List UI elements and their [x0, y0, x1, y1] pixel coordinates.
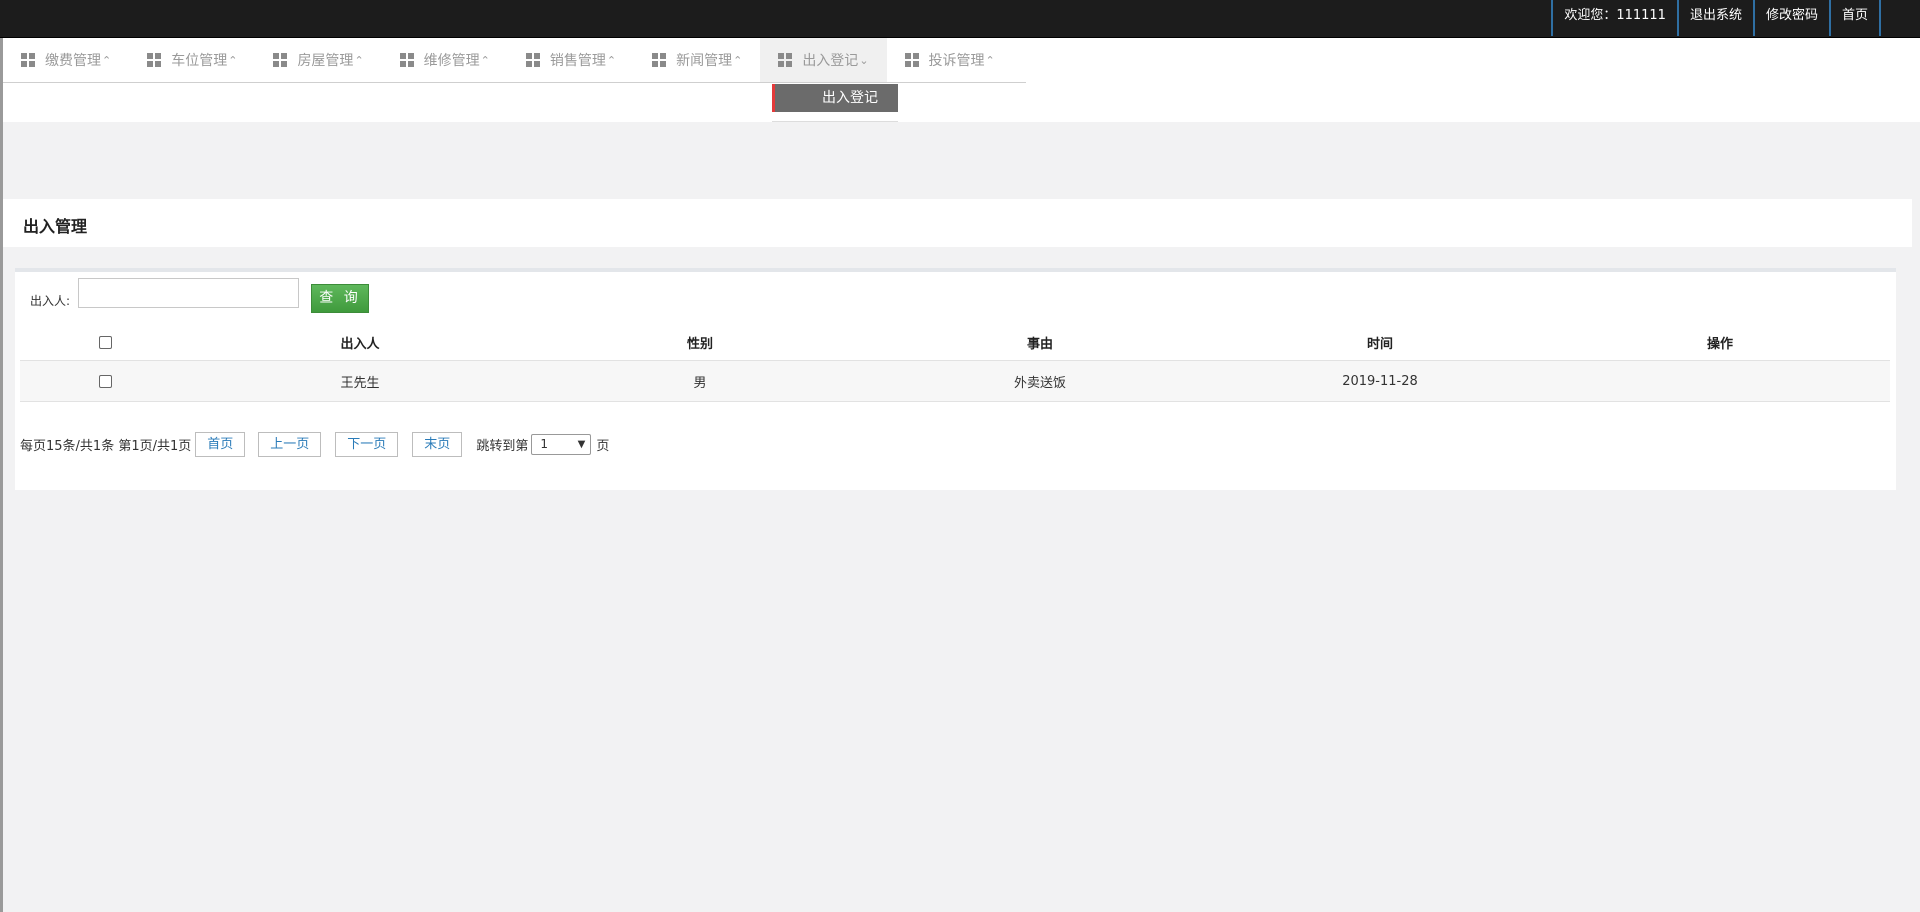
nav-item-label: 缴费管理: [45, 53, 101, 69]
nav-item-news[interactable]: 新闻管理 ⌃: [634, 38, 760, 82]
nav-item-sales[interactable]: 销售管理 ⌃: [508, 38, 634, 82]
next-page-button[interactable]: 下一页: [335, 432, 399, 457]
last-page-button[interactable]: 末页: [412, 432, 463, 457]
page-select[interactable]: 1 ▼: [531, 434, 592, 455]
grid-icon: [778, 53, 793, 67]
chevron-up-icon: ⌃: [228, 53, 238, 67]
welcome-text: 欢迎您：111111: [1551, 0, 1678, 36]
nav-item-fees[interactable]: 缴费管理 ⌃: [3, 38, 129, 82]
logout-link[interactable]: 退出系统: [1676, 0, 1754, 36]
nav-item-complaints[interactable]: 投诉管理 ⌃: [887, 38, 1013, 82]
cell-time: 2019-11-28: [1342, 373, 1418, 389]
chevron-up-icon: ⌃: [354, 53, 364, 67]
chevron-up-icon: ⌃: [102, 53, 112, 67]
chevron-up-icon: ⌃: [985, 53, 995, 67]
left-border: [0, 38, 3, 912]
chevron-up-icon: ⌃: [480, 53, 490, 67]
content-card: 出入人: 查 询 出入人 性别 事由 时间 操作 王先生 男 外卖送饭 2019…: [15, 268, 1896, 490]
select-all-checkbox[interactable]: [98, 335, 112, 349]
row-select[interactable]: [20, 361, 190, 401]
grid-icon: [525, 53, 540, 67]
nav-area: 缴费管理 ⌃ 车位管理 ⌃ 房屋管理 ⌃ 维修管理 ⌃ 销售管理 ⌃ 新闻管理 …: [3, 38, 1920, 122]
cell-action: [1550, 361, 1890, 401]
change-password-link[interactable]: 修改密码: [1752, 0, 1830, 36]
header-reason: 事由: [1026, 336, 1053, 352]
grid-icon: [652, 53, 667, 67]
chevron-down-icon: ▼: [577, 439, 586, 450]
grid-icon: [399, 53, 414, 67]
nav-item-label: 出入登记: [802, 53, 859, 69]
nav-item-label: 车位管理: [171, 53, 228, 69]
header-time: 时间: [1366, 336, 1393, 352]
nav-item-parking[interactable]: 车位管理 ⌃: [129, 38, 255, 82]
nav-item-housing[interactable]: 房屋管理 ⌃: [255, 38, 381, 82]
chevron-up-icon: ⌃: [606, 53, 617, 67]
home-link[interactable]: 首页: [1828, 0, 1881, 36]
table-row: 王先生 男 外卖送饭 2019-11-28: [20, 361, 1890, 402]
header-gender: 性别: [686, 336, 713, 352]
grid-icon: [273, 53, 288, 67]
main-nav: 缴费管理 ⌃ 车位管理 ⌃ 房屋管理 ⌃ 维修管理 ⌃ 销售管理 ⌃ 新闻管理 …: [3, 38, 1026, 83]
table-header: 出入人 性别 事由 时间 操作: [20, 324, 1890, 361]
person-search-input[interactable]: [78, 278, 299, 308]
page-title: 出入管理: [23, 217, 88, 236]
header-select-all[interactable]: [20, 324, 190, 360]
records-table: 出入人 性别 事由 时间 操作 王先生 男 外卖送饭 2019-11-28: [20, 324, 1890, 402]
cell-reason: 外卖送饭: [1013, 375, 1066, 391]
search-label: 出入人:: [30, 294, 71, 308]
top-bar: 欢迎您：111111 退出系统 修改密码 首页: [0, 0, 1920, 38]
page-select-value: 1: [540, 437, 548, 451]
first-page-button[interactable]: 首页: [195, 432, 246, 457]
header-action: 操作: [1706, 336, 1733, 352]
submenu-item-access-log[interactable]: 出入登记: [772, 84, 898, 112]
nav-item-label: 新闻管理: [676, 53, 733, 69]
grid-icon: [21, 53, 35, 67]
pager-summary: 每页15条/共1条 第1页/共1页: [20, 439, 192, 454]
nav-item-label: 房屋管理: [297, 53, 354, 69]
header-person: 出入人: [340, 336, 380, 352]
cell-person: 王先生: [340, 375, 380, 391]
search-button[interactable]: 查 询: [311, 284, 369, 313]
page-suffix: 页: [596, 439, 610, 454]
cell-gender: 男: [693, 375, 707, 391]
top-links: 欢迎您：111111 退出系统 修改密码 首页: [1551, 0, 1881, 36]
access-log-submenu: 出入登记: [772, 83, 898, 122]
grid-icon: [904, 53, 919, 67]
nav-item-label: 销售管理: [549, 53, 606, 69]
prev-page-button[interactable]: 上一页: [258, 432, 322, 457]
jump-label: 跳转到第: [476, 439, 529, 454]
nav-item-repair[interactable]: 维修管理 ⌃: [382, 38, 508, 82]
row-checkbox[interactable]: [98, 374, 112, 388]
pagination: 每页15条/共1条 第1页/共1页 首页 上一页 下一页 末页 跳转到第 1 ▼ …: [20, 432, 609, 457]
chevron-up-icon: ⌃: [733, 53, 743, 67]
grid-icon: [147, 53, 162, 67]
nav-item-label: 投诉管理: [928, 53, 985, 69]
title-panel: 出入管理: [3, 199, 1912, 247]
chevron-down-icon: ⌄: [859, 53, 869, 67]
nav-item-access-log[interactable]: 出入登记 ⌄: [760, 38, 887, 82]
nav-item-label: 维修管理: [423, 53, 480, 69]
